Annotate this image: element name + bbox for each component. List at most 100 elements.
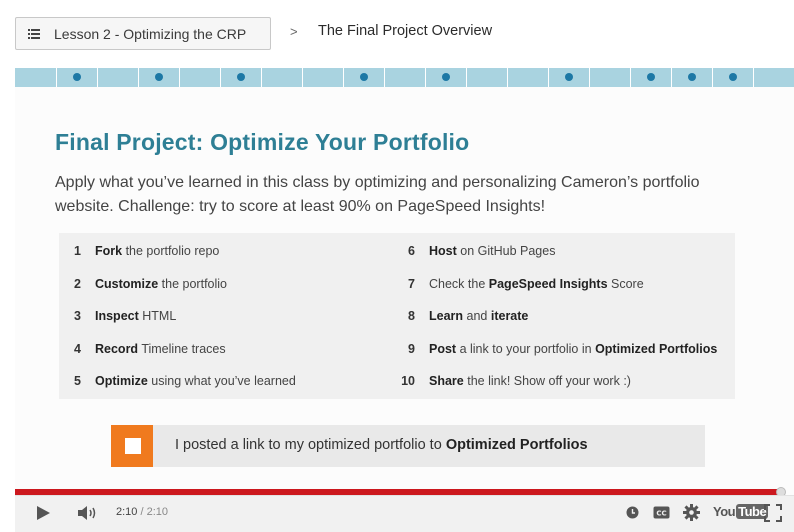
checklist-item: I posted a link to my optimized portfoli… — [111, 425, 705, 467]
strip-divider — [384, 68, 385, 87]
settings-icon[interactable] — [683, 504, 700, 526]
strip-dot[interactable] — [360, 73, 368, 81]
step-text-bold: PageSpeed Insights — [488, 276, 608, 291]
step-text-part: using what you’ve learned — [147, 374, 296, 388]
step-text-bold: Inspect — [95, 309, 139, 323]
step-item: 3 Inspect HTML — [59, 300, 176, 332]
lesson-label: Lesson 2 - Optimizing the CRP — [54, 25, 247, 42]
step-text: Learn and iterate — [429, 309, 528, 323]
list-icon — [28, 28, 40, 39]
strip-divider — [671, 68, 672, 87]
player-controls: 2:10 / 2:10 CC You Tube — [15, 495, 794, 532]
strip-dot[interactable] — [155, 73, 163, 81]
step-text-bold: Host — [429, 244, 457, 258]
step-text-part: the portfolio repo — [122, 244, 220, 258]
step-item: 8 Learn and iterate — [393, 300, 528, 332]
strip-dot[interactable] — [442, 73, 450, 81]
volume-icon[interactable] — [77, 505, 99, 526]
strip-divider — [56, 68, 57, 87]
strip-dot[interactable] — [237, 73, 245, 81]
step-text-bold: Optimize — [95, 374, 148, 388]
strip-divider — [712, 68, 713, 87]
step-text-part: on GitHub Pages — [456, 244, 556, 258]
step-text-part: the link! Show off your work :) — [463, 374, 631, 388]
watch-later-icon[interactable] — [626, 506, 639, 524]
step-item: 4 Record Timeline traces — [59, 333, 226, 365]
play-icon[interactable] — [35, 505, 51, 526]
strip-dot[interactable] — [565, 73, 573, 81]
breadcrumb-separator: > — [290, 24, 298, 39]
checklist-label: I posted a link to my optimized portfoli… — [175, 437, 588, 453]
step-item: 9 Post a link to your portfolio in Optimi… — [393, 333, 717, 365]
step-number: 5 — [74, 374, 81, 388]
step-item: 6 Host on GitHub Pages — [393, 235, 555, 267]
step-item: 2 Customize the portfolio — [59, 268, 227, 300]
step-text-bold: Learn — [429, 309, 464, 323]
checklist-text: I posted a link to my optimized portfoli… — [175, 437, 446, 453]
step-text: Host on GitHub Pages — [429, 244, 555, 258]
step-number: 1 — [74, 244, 81, 258]
step-text-part: the portfolio — [158, 276, 227, 291]
duration: 2:10 — [146, 506, 169, 518]
step-text: Customize the portfolio — [95, 277, 227, 291]
step-text-part: Check the — [429, 276, 489, 291]
step-text-bold: iterate — [490, 309, 529, 323]
strip-divider — [138, 68, 139, 87]
step-number: 6 — [408, 244, 415, 258]
step-text: Check the PageSpeed Insights Score — [429, 277, 644, 291]
captions-icon[interactable]: CC — [653, 506, 670, 524]
step-text: Optimize using what you’ve learned — [95, 374, 296, 388]
strip-divider — [630, 68, 631, 87]
lesson-progress-strip — [15, 68, 794, 87]
strip-divider — [507, 68, 508, 87]
step-text: Inspect HTML — [95, 309, 176, 323]
step-text-part: and — [463, 309, 491, 323]
strip-divider — [425, 68, 426, 87]
current-time: 2:10 — [116, 506, 138, 518]
svg-text:CC: CC — [656, 510, 666, 518]
step-text: Post a link to your portfolio in Optimiz… — [429, 342, 717, 356]
strip-dot[interactable] — [729, 73, 737, 81]
step-number: 8 — [408, 309, 415, 323]
strip-divider — [179, 68, 180, 87]
step-text-bold: Customize — [95, 276, 159, 291]
strip-divider — [466, 68, 467, 87]
step-number: 10 — [401, 374, 415, 388]
step-item: 7 Check the PageSpeed Insights Score — [393, 268, 644, 300]
step-number: 9 — [408, 341, 415, 356]
strip-divider — [343, 68, 344, 87]
checkbox-box — [125, 438, 141, 454]
youtube-logo[interactable]: You Tube — [713, 504, 769, 519]
step-text-part: a link to your portfolio in — [456, 341, 596, 356]
checkbox[interactable] — [111, 425, 153, 467]
steps-column-right: 6 Host on GitHub Pages 7 Check the PageSpee… — [393, 233, 723, 399]
strip-divider — [589, 68, 590, 87]
strip-dot[interactable] — [647, 73, 655, 81]
lesson-menu-button[interactable]: Lesson 2 - Optimizing the CRP — [15, 17, 271, 50]
steps-column-left: 1 Fork the portfolio repo 2 Customize the p… — [59, 233, 389, 399]
step-text-bold: Optimized Portfolios — [595, 341, 718, 356]
step-text-bold: Post — [429, 341, 457, 356]
step-text-part: Timeline traces — [138, 341, 226, 356]
step-item: 10 Share the link! Show off your work :) — [393, 365, 631, 397]
fullscreen-icon[interactable] — [764, 504, 782, 527]
strip-divider — [261, 68, 262, 87]
slide-description: Apply what you’ve learned in this class … — [55, 174, 700, 215]
video-frame[interactable]: Final Project: Optimize Your Portfolio A… — [15, 87, 794, 532]
step-number: 3 — [74, 309, 81, 323]
step-number: 2 — [74, 276, 81, 291]
time-display: 2:10 / 2:10 — [116, 506, 168, 518]
strip-dot[interactable] — [73, 73, 81, 81]
slide-title: Final Project: Optimize Your Portfolio — [55, 129, 470, 155]
step-number: 4 — [74, 341, 81, 356]
steps-table: 1 Fork the portfolio repo 2 Customize the p… — [59, 233, 735, 399]
strip-dot[interactable] — [688, 73, 696, 81]
strip-divider — [302, 68, 303, 87]
step-item: 5 Optimize using what you’ve learned — [59, 365, 296, 397]
strip-divider — [753, 68, 754, 87]
step-text: Share the link! Show off your work :) — [429, 374, 631, 388]
step-text-bold: Record — [95, 341, 139, 356]
strip-divider — [548, 68, 549, 87]
step-text-bold: Fork — [95, 244, 123, 258]
time-separator: / — [137, 506, 147, 518]
